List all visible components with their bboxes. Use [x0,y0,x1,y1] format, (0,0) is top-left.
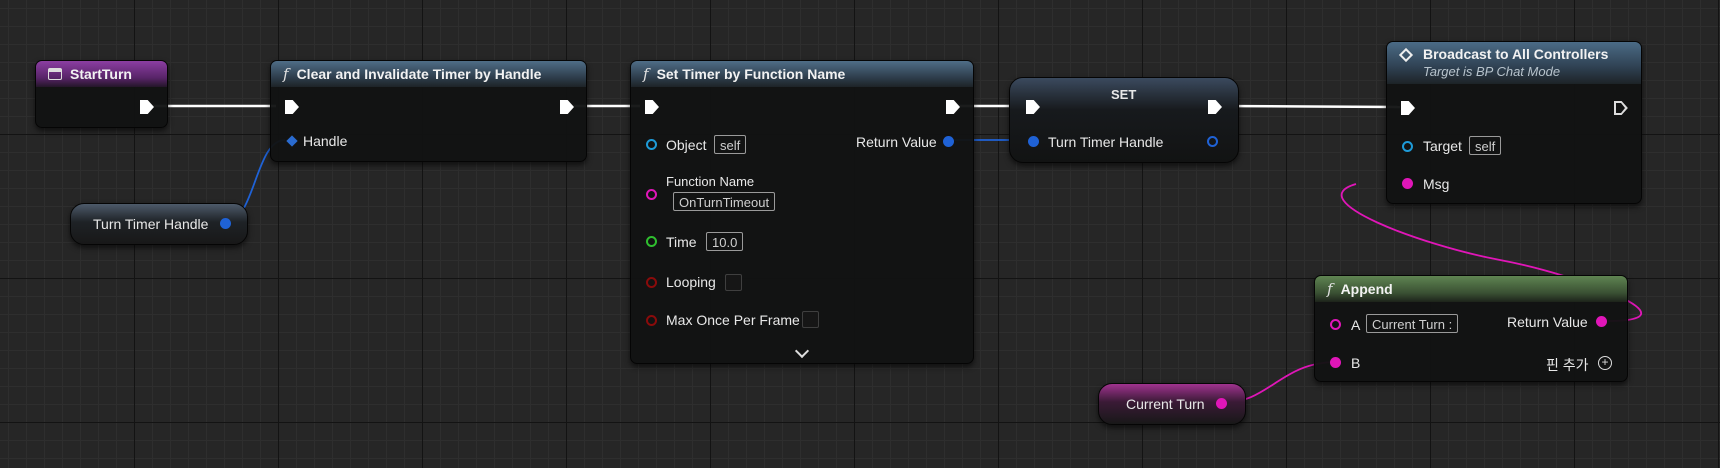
target-pin[interactable] [1402,141,1413,152]
msg-pin[interactable] [1402,178,1413,189]
clear-timer-header[interactable]: f Clear and Invalidate Timer by Handle [271,61,586,87]
current-turn-out-pin[interactable] [1216,398,1227,409]
looping-pin[interactable] [646,277,657,288]
exec-out-pin[interactable] [1614,101,1628,115]
add-pin-icon[interactable]: + [1598,356,1612,370]
set-title: SET [1111,87,1137,102]
function-name-pin[interactable] [646,189,657,200]
broadcast-icon [1398,47,1414,63]
handle-pin[interactable] [286,135,298,147]
a-label: A [1351,317,1361,333]
object-label: Object [666,137,707,153]
b-label: B [1351,355,1361,371]
exec-out-pin[interactable] [1208,100,1222,114]
expand-chevron-icon[interactable] [794,343,810,359]
set-pin-label: Turn Timer Handle [1048,134,1164,150]
time-pin[interactable] [646,236,657,247]
current-turn-variable[interactable]: Current Turn [1098,383,1246,425]
exec-wire [1219,104,1401,109]
start-turn-title: StartTurn [70,66,132,82]
broadcast-title: Broadcast to All Controllers [1423,46,1609,62]
append-header[interactable]: f Append [1315,276,1627,302]
set-timer-title: Set Timer by Function Name [656,66,846,82]
start-turn-header[interactable]: StartTurn [36,61,167,87]
time-label: Time [666,234,697,250]
turn-timer-handle-variable[interactable]: Turn Timer Handle [70,203,248,245]
looping-label: Looping [666,274,716,290]
target-label: Target [1423,138,1462,154]
return-value-pin[interactable] [943,136,954,147]
handle-label: Handle [303,133,348,149]
start-turn-node[interactable]: StartTurn [35,60,168,128]
exec-in-pin[interactable] [645,100,659,114]
time-field[interactable]: 10.0 [706,232,744,251]
function-icon: f [283,65,289,83]
exec-out-pin[interactable] [560,100,574,114]
target-field[interactable]: self [1469,136,1502,155]
turn-timer-handle-out-pin[interactable] [1207,136,1218,147]
event-icon [48,68,62,80]
set-variable-node[interactable]: SET Turn Timer Handle [1009,77,1239,163]
return-value-label: Return Value [856,134,937,150]
a-pin[interactable] [1330,319,1341,330]
turn-timer-handle-var-label: Turn Timer Handle [93,216,209,232]
function-name-label: Function Name [666,174,755,189]
broadcast-subtitle: Target is BP Chat Mode [1423,64,1561,79]
looping-checkbox[interactable] [725,274,742,291]
set-timer-node[interactable]: f Set Timer by Function Name Object self… [630,60,974,364]
a-field[interactable]: Current Turn : [1366,314,1459,333]
exec-in-pin[interactable] [1401,101,1415,115]
function-icon: f [643,65,649,83]
turn-timer-handle-out-pin[interactable] [220,218,231,229]
b-pin[interactable] [1330,357,1341,368]
exec-in-pin[interactable] [285,100,299,114]
set-timer-header[interactable]: f Set Timer by Function Name [631,61,973,87]
object-field[interactable]: self [714,135,747,154]
turn-timer-handle-in-pin[interactable] [1028,136,1039,147]
max-once-pin[interactable] [646,315,657,326]
exec-out-pin[interactable] [140,100,154,114]
append-return-pin[interactable] [1596,316,1607,327]
current-turn-var-label: Current Turn [1126,396,1205,412]
max-once-label: Max Once Per Frame [666,312,800,328]
msg-label: Msg [1423,176,1450,192]
clear-timer-node[interactable]: f Clear and Invalidate Timer by Handle H… [270,60,587,162]
append-node[interactable]: f Append A Current Turn : Return Value B… [1314,275,1628,382]
function-icon: f [1327,280,1333,298]
append-return-label: Return Value [1507,314,1588,330]
exec-in-pin[interactable] [1026,100,1040,114]
object-pin[interactable] [646,139,657,150]
broadcast-header[interactable]: Broadcast to All Controllers Target is B… [1387,42,1641,84]
clear-timer-title: Clear and Invalidate Timer by Handle [296,66,542,82]
add-pin-label[interactable]: 핀 추가 [1546,355,1589,375]
exec-out-pin[interactable] [946,100,960,114]
append-title: Append [1340,281,1393,297]
broadcast-node[interactable]: Broadcast to All Controllers Target is B… [1386,41,1642,204]
max-once-checkbox[interactable] [802,311,819,328]
function-name-field[interactable]: OnTurnTimeout [673,192,776,211]
